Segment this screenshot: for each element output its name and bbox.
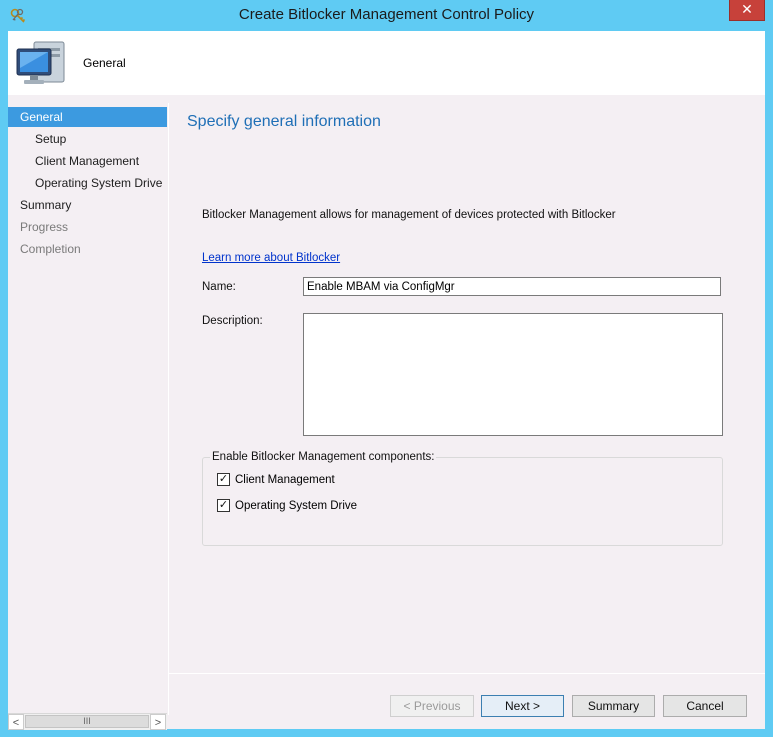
nav-item-operating-system-drive[interactable]: Operating System Drive — [8, 173, 167, 193]
wizard-window: Create Bitlocker Management Control Poli… — [0, 0, 773, 737]
nav-item-client-management[interactable]: Client Management — [8, 151, 167, 171]
nav-item-summary[interactable]: Summary — [8, 195, 167, 215]
nav-item-progress: Progress — [20, 220, 69, 234]
nav-horizontal-scrollbar[interactable]: < III > — [8, 713, 167, 730]
next-button[interactable]: Next > — [481, 695, 564, 717]
scroll-right-icon[interactable]: > — [150, 714, 166, 730]
wizard-page: Specify general information Bitlocker Ma… — [169, 95, 765, 673]
client-management-checkbox-label[interactable]: Client Management — [235, 473, 335, 487]
checkbox-checked-icon[interactable]: ✓ — [217, 473, 230, 486]
page-title: Specify general information — [187, 113, 381, 130]
title-bar[interactable]: Create Bitlocker Management Control Poli… — [0, 0, 773, 32]
components-groupbox: Enable Bitlocker Management components: … — [202, 451, 723, 546]
checkbox-checked-icon[interactable]: ✓ — [217, 499, 230, 512]
scrollbar-thumb[interactable]: III — [25, 715, 149, 728]
nav-item-completion: Completion — [20, 242, 81, 256]
cancel-button[interactable]: Cancel — [663, 695, 747, 717]
name-label: Name: — [202, 281, 236, 293]
page-description: Bitlocker Management allows for manageme… — [202, 209, 616, 221]
computer-monitor-icon — [16, 41, 65, 84]
wizard-client-area: General General Setup Client Management … — [8, 31, 765, 730]
components-group-label: Enable Bitlocker Management components: — [210, 451, 437, 463]
operating-system-drive-checkbox-label[interactable]: Operating System Drive — [235, 499, 357, 513]
learn-more-link[interactable]: Learn more about Bitlocker — [202, 252, 340, 264]
name-input[interactable] — [303, 277, 721, 296]
previous-button: < Previous — [390, 695, 474, 717]
nav-item-general[interactable]: General — [8, 107, 167, 127]
window-title: Create Bitlocker Management Control Poli… — [238, 6, 535, 23]
header-title: General — [83, 56, 126, 70]
scroll-left-icon[interactable]: < — [8, 714, 24, 730]
description-textarea[interactable] — [303, 313, 723, 436]
close-button[interactable]: ✕ — [729, 0, 765, 21]
summary-button[interactable]: Summary — [572, 695, 655, 717]
nav-item-setup[interactable]: Setup — [8, 129, 167, 149]
wizard-header: General — [8, 31, 765, 95]
wizard-nav: General Setup Client Management Operatin… — [8, 103, 169, 715]
footer-divider — [169, 673, 765, 674]
description-label: Description: — [202, 315, 263, 327]
